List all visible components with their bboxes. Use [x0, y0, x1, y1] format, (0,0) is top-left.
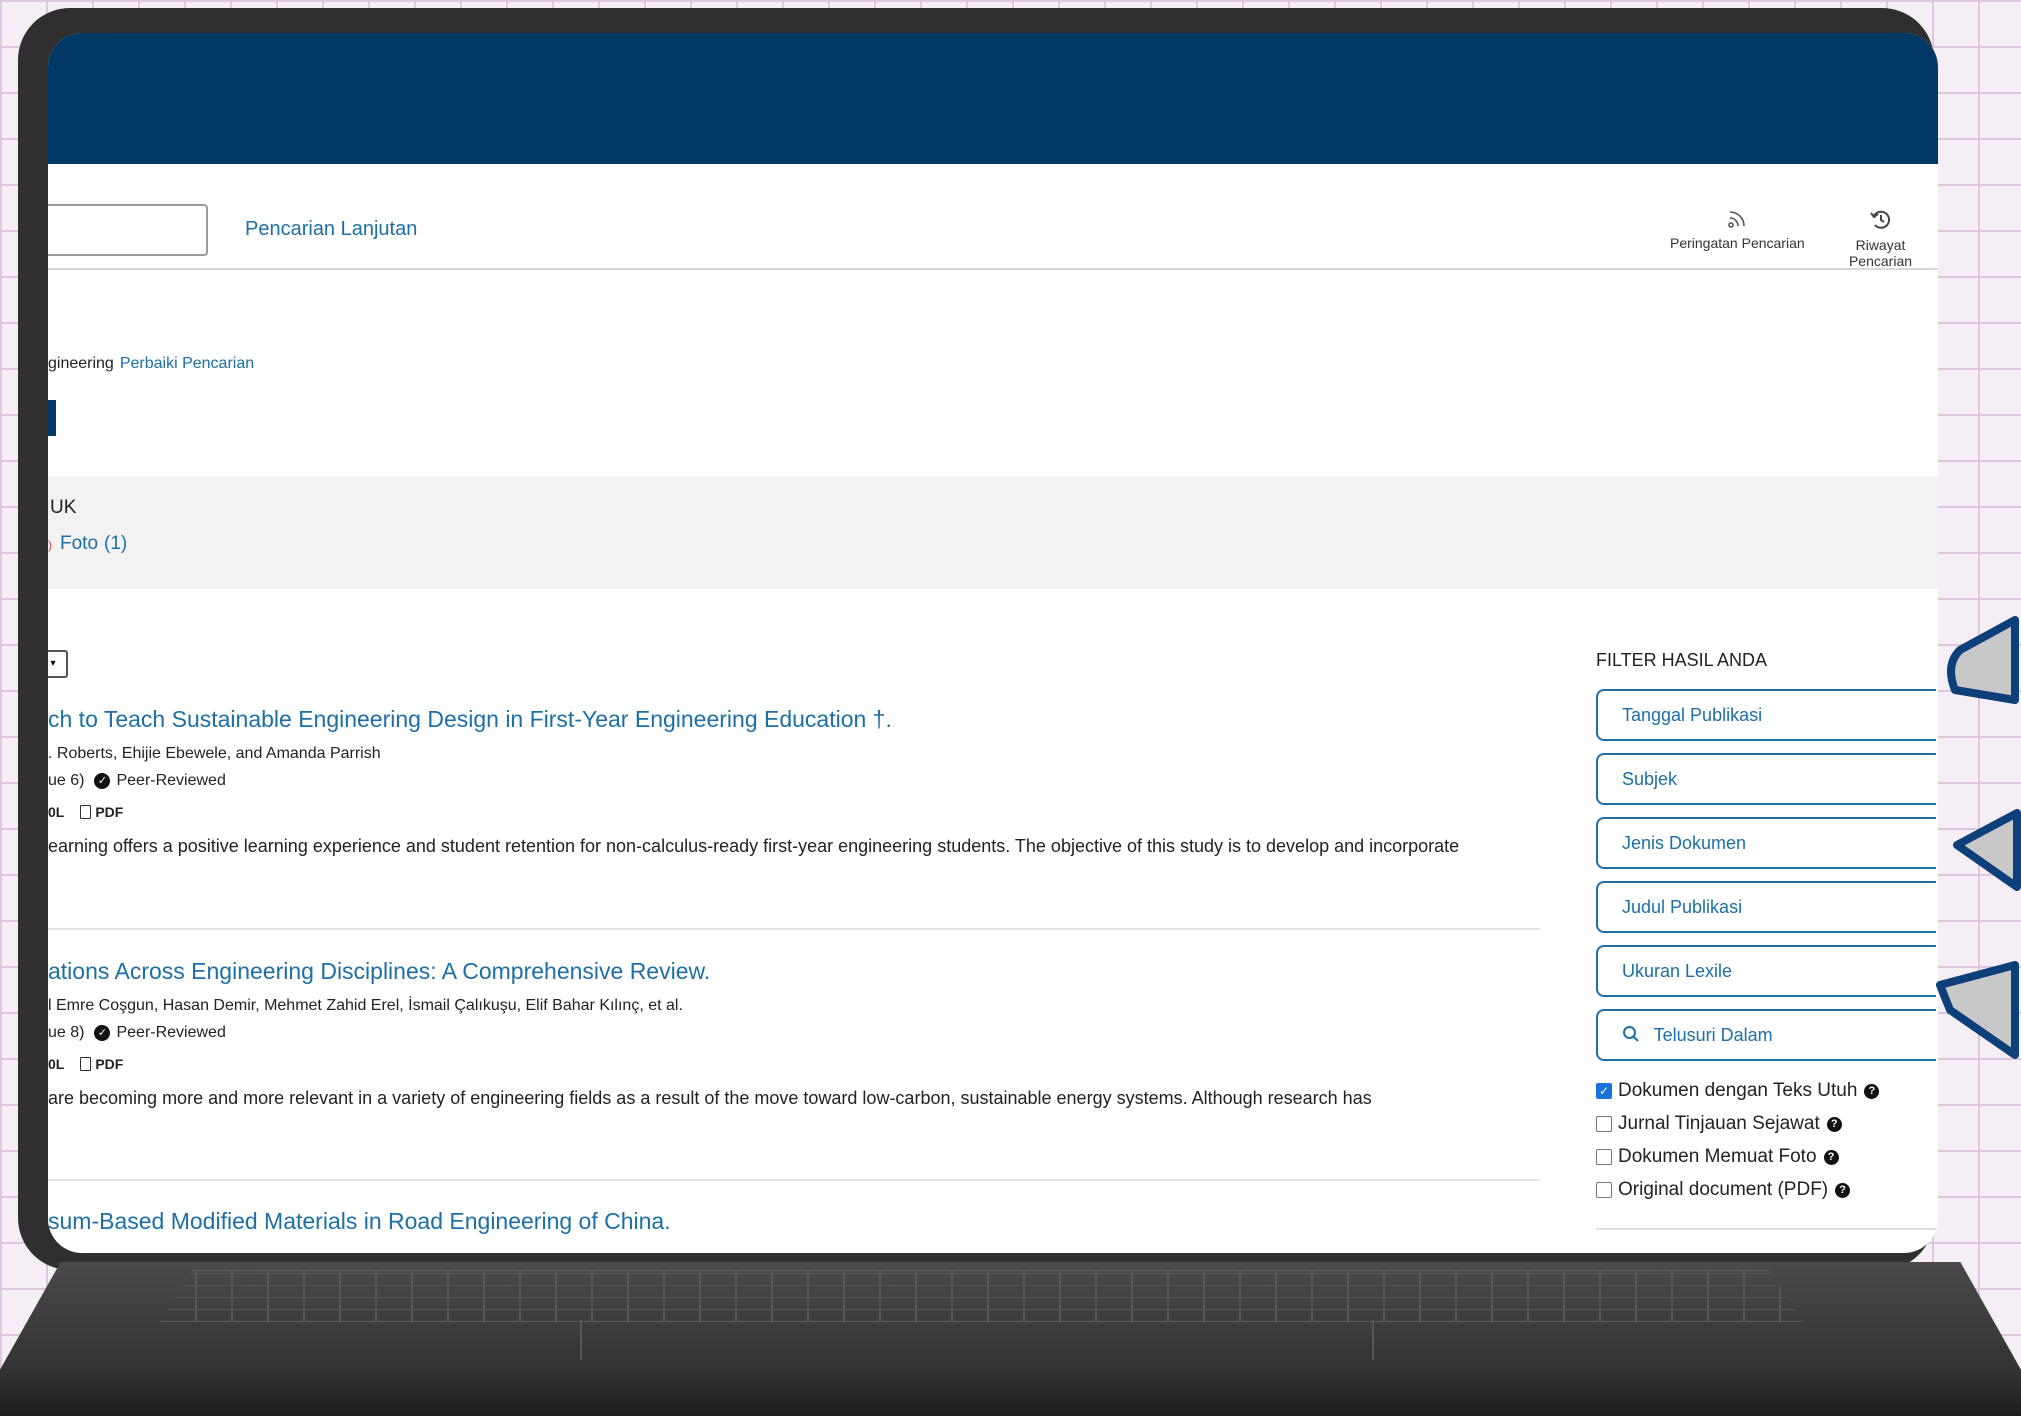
search-toolbar: Pencarian Lanjutan Peringatan Pencarian … [48, 164, 1938, 270]
source-type-title: UK [50, 497, 77, 518]
checkbox-peer-reviewed[interactable]: Jurnal Tinjauan Sejawat ? [1596, 1113, 1842, 1135]
browser-screen: Pencarian Lanjutan Peringatan Pencarian … [48, 33, 1938, 1253]
check-circle-icon: ✓ [94, 773, 111, 789]
result-meta: ue 6) ✓ Peer-Reviewed [48, 772, 226, 789]
result-abstract: are becoming more and more relevant in a… [48, 1088, 1372, 1108]
result-item: sum-Based Modified Materials in Road Eng… [48, 1208, 1548, 1235]
history-icon [1823, 208, 1938, 237]
pdf-link[interactable]: PDF [80, 804, 123, 820]
filter-subject[interactable]: Subjek [1596, 753, 1936, 805]
lexile-label: 0L [48, 1056, 65, 1072]
result-divider [48, 928, 1540, 930]
help-icon[interactable]: ? [1835, 1182, 1851, 1198]
decor-arrow-icon [1947, 616, 2019, 704]
site-header-bar [48, 33, 1938, 164]
result-formats: 0L PDF [48, 1056, 1548, 1072]
search-icon [1622, 1024, 1646, 1046]
checkbox-checked[interactable]: ✓ [1596, 1083, 1612, 1099]
result-authors: . Roberts, Ehijie Ebewele, and Amanda Pa… [48, 745, 381, 762]
sort-dropdown[interactable]: ▾ [48, 650, 68, 678]
filter-heading: FILTER HASIL ANDA [1596, 650, 1768, 670]
result-item: ations Across Engineering Disciplines: A… [48, 958, 1548, 1109]
search-history-button[interactable]: Riwayat Pencarian [1823, 208, 1938, 269]
laptop-trackpad [580, 1320, 1374, 1360]
photo-icon: ) [48, 538, 52, 552]
filter-document-type[interactable]: Jenis Dokumen [1596, 817, 1936, 869]
result-abstract: earning offers a positive learning exper… [48, 836, 1460, 856]
search-button[interactable] [48, 400, 56, 436]
result-formats: 0L PDF [48, 804, 1548, 820]
checkbox-unchecked[interactable] [1596, 1182, 1612, 1198]
decor-arrow-icon [1936, 961, 2019, 1059]
laptop-keyboard [160, 1270, 1802, 1322]
laptop-lid: Pencarian Lanjutan Peringatan Pencarian … [18, 8, 1938, 1270]
result-title[interactable]: ch to Teach Sustainable Engineering Desi… [48, 706, 1548, 733]
result-divider [48, 1179, 1540, 1181]
checkbox-full-text[interactable]: ✓ Dokumen dengan Teks Utuh ? [1596, 1080, 1880, 1102]
source-type-photo[interactable]: ) Foto (1) [48, 533, 127, 555]
search-input[interactable] [48, 204, 208, 256]
result-title[interactable]: ations Across Engineering Disciplines: A… [48, 958, 1548, 985]
result-item: ch to Teach Sustainable Engineering Desi… [48, 706, 1548, 857]
result-authors: l Emre Coşgun, Hasan Demir, Mehmet Zahid… [48, 997, 683, 1014]
result-meta: ue 8) ✓ Peer-Reviewed [48, 1024, 226, 1041]
search-term: gineering [48, 355, 114, 372]
filter-publication-title[interactable]: Judul Publikasi [1596, 881, 1936, 933]
result-title[interactable]: sum-Based Modified Materials in Road Eng… [48, 1208, 1548, 1235]
filter-publication-date[interactable]: Tanggal Publikasi [1596, 689, 1936, 741]
checkbox-unchecked[interactable] [1596, 1116, 1612, 1132]
pdf-icon [80, 805, 92, 819]
rss-icon [1670, 208, 1805, 235]
help-icon[interactable]: ? [1864, 1083, 1880, 1099]
filter-divider [1596, 1228, 1936, 1230]
check-circle-icon: ✓ [94, 1025, 111, 1041]
peer-reviewed-badge: Peer-Reviewed [116, 772, 226, 789]
pdf-link[interactable]: PDF [80, 1056, 123, 1072]
search-alert-button[interactable]: Peringatan Pencarian [1670, 208, 1805, 251]
checkbox-contains-photo[interactable]: Dokumen Memuat Foto ? [1596, 1146, 1839, 1168]
search-history-label: Riwayat Pencarian [1848, 237, 1913, 269]
lexile-label: 0L [48, 804, 65, 820]
search-within-button[interactable]: Telusuri Dalam [1596, 1009, 1936, 1061]
peer-reviewed-badge: Peer-Reviewed [116, 1024, 226, 1041]
help-icon[interactable]: ? [1826, 1116, 1842, 1132]
decor-arrow-icon [1953, 809, 2021, 891]
filter-lexile[interactable]: Ukuran Lexile [1596, 945, 1936, 997]
source-type-band [48, 477, 1938, 589]
checkbox-unchecked[interactable] [1596, 1149, 1612, 1165]
advanced-search-link[interactable]: Pencarian Lanjutan [245, 218, 417, 241]
help-icon[interactable]: ? [1823, 1149, 1839, 1165]
refine-search-link[interactable]: Perbaiki Pencarian [120, 355, 254, 372]
pdf-icon [80, 1057, 92, 1071]
breadcrumb: gineering Perbaiki Pencarian [48, 355, 254, 373]
search-alert-label: Peringatan Pencarian [1670, 235, 1805, 251]
checkbox-original-pdf[interactable]: Original document (PDF) ? [1596, 1179, 1851, 1201]
